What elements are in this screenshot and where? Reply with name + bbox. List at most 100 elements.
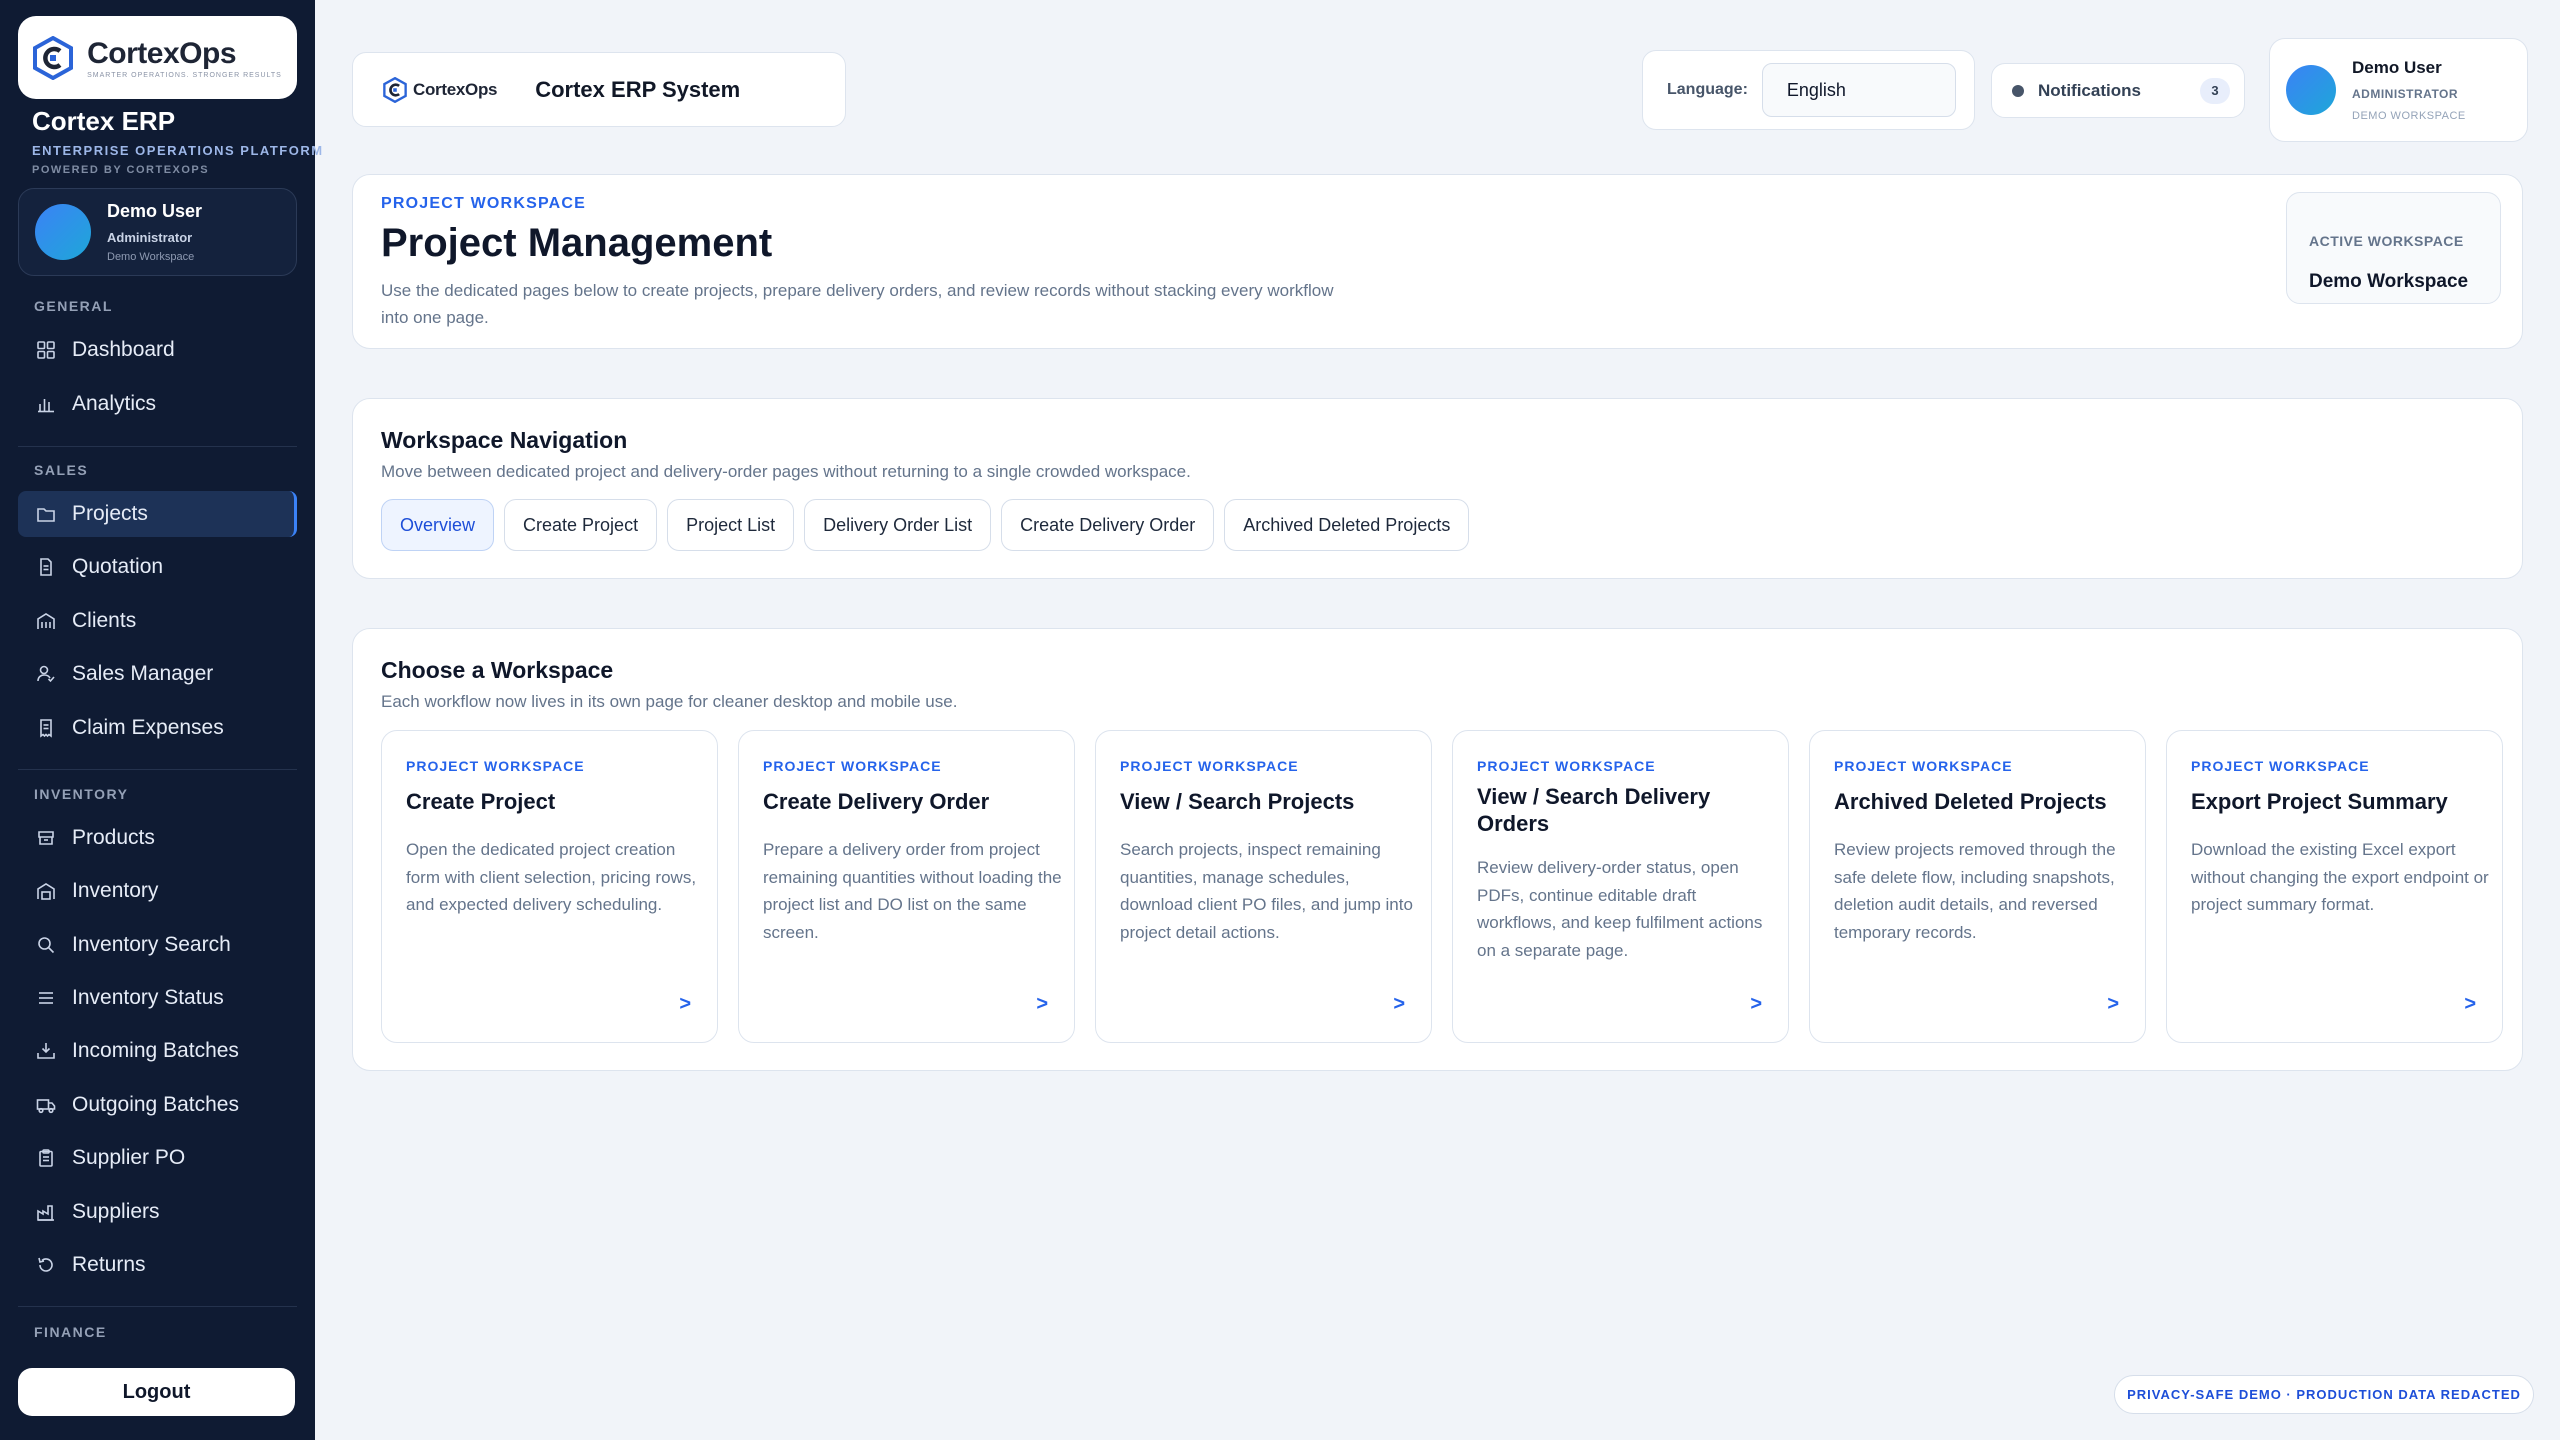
sidebar-user-workspace: Demo Workspace bbox=[107, 251, 195, 263]
nav-section-inventory: INVENTORY bbox=[34, 786, 129, 802]
sidebar: CortexOps SMARTER OPERATIONS. STRONGER R… bbox=[0, 0, 322, 1440]
sidebar-item-inventory[interactable]: Inventory bbox=[18, 868, 297, 914]
sidebar-item-label: Projects bbox=[72, 502, 148, 525]
workspace-card-view-search-projects[interactable]: PROJECT WORKSPACE View / Search Projects… bbox=[1095, 730, 1432, 1043]
chevron-right-icon: > bbox=[1393, 993, 1405, 1015]
sidebar-item-clients[interactable]: Clients bbox=[18, 598, 297, 644]
workspace-card-list: PROJECT WORKSPACE Create Project Open th… bbox=[381, 730, 2503, 1043]
chevron-right-icon: > bbox=[2464, 993, 2476, 1015]
sidebar-item-label: Outgoing Batches bbox=[72, 1093, 239, 1116]
logo-name: CortexOps bbox=[87, 36, 237, 70]
chevron-right-icon: > bbox=[2107, 993, 2119, 1015]
card-eyebrow: PROJECT WORKSPACE bbox=[1477, 758, 1656, 774]
notification-dot-icon bbox=[2012, 84, 2024, 97]
chevron-right-icon: > bbox=[1036, 993, 1048, 1015]
sidebar-item-claim-expenses[interactable]: Claim Expenses bbox=[18, 705, 297, 751]
card-title: Export Project Summary bbox=[2191, 789, 2448, 814]
app-title-card: CortexOps Cortex ERP System bbox=[352, 52, 846, 127]
top-user-name: Demo User bbox=[2352, 58, 2442, 77]
top-user-menu[interactable]: Demo User ADMINISTRATOR DEMO WORKSPACE bbox=[2269, 38, 2528, 142]
sidebar-item-label: Incoming Batches bbox=[72, 1039, 239, 1062]
notification-count-badge: 3 bbox=[2200, 77, 2230, 104]
sidebar-item-supplier-po[interactable]: Supplier PO bbox=[18, 1135, 297, 1181]
sidebar-user-card[interactable]: Demo User Administrator Demo Workspace bbox=[18, 188, 297, 276]
sidebar-item-suppliers[interactable]: Suppliers bbox=[18, 1189, 297, 1235]
card-eyebrow: PROJECT WORKSPACE bbox=[763, 758, 942, 774]
nav-divider bbox=[18, 769, 297, 770]
chevron-right-icon: > bbox=[1750, 993, 1762, 1015]
building-icon bbox=[36, 611, 56, 631]
tab-project-list[interactable]: Project List bbox=[667, 499, 795, 551]
inbox-download-icon bbox=[36, 1041, 56, 1061]
card-title: View / Search Projects bbox=[1120, 789, 1355, 814]
card-title: Create Delivery Order bbox=[763, 789, 990, 814]
sidebar-item-label: Claim Expenses bbox=[72, 716, 224, 739]
choose-workspace-title: Choose a Workspace bbox=[381, 657, 614, 683]
sidebar-item-returns[interactable]: Returns bbox=[18, 1242, 297, 1288]
sidebar-item-quotation[interactable]: Quotation bbox=[18, 544, 297, 590]
logout-button[interactable]: Logout bbox=[18, 1368, 295, 1416]
tab-create-project[interactable]: Create Project bbox=[504, 499, 658, 551]
card-title: Archived Deleted Projects bbox=[1834, 789, 2107, 814]
logo-tagline: SMARTER OPERATIONS. STRONGER RESULTS bbox=[87, 71, 282, 79]
receipt-icon bbox=[36, 718, 56, 738]
sidebar-item-projects[interactable]: Projects bbox=[18, 491, 297, 537]
sidebar-item-label: Dashboard bbox=[72, 338, 175, 361]
brand-subtitle: ENTERPRISE OPERATIONS PLATFORM bbox=[32, 143, 324, 158]
cortexops-logo-icon bbox=[33, 35, 74, 80]
sidebar-item-label: Quotation bbox=[72, 555, 164, 578]
sidebar-logo[interactable]: CortexOps SMARTER OPERATIONS. STRONGER R… bbox=[18, 16, 297, 99]
card-description: Open the dedicated project creation form… bbox=[406, 840, 697, 914]
avatar bbox=[2286, 65, 2336, 115]
tab-create-delivery-order[interactable]: Create Delivery Order bbox=[1001, 499, 1215, 551]
sidebar-item-inventory-status[interactable]: Inventory Status bbox=[18, 975, 297, 1021]
privacy-badge: PRIVACY-SAFE DEMO · PRODUCTION DATA REDA… bbox=[2114, 1375, 2534, 1414]
sidebar-item-label: Inventory bbox=[72, 879, 159, 902]
language-select[interactable]: English bbox=[1761, 63, 1956, 117]
tab-archived-deleted-projects[interactable]: Archived Deleted Projects bbox=[1224, 499, 1470, 551]
workspace-card-create-delivery-order[interactable]: PROJECT WORKSPACE Create Delivery Order … bbox=[738, 730, 1075, 1043]
sidebar-item-analytics[interactable]: Analytics bbox=[18, 381, 297, 427]
rotate-ccw-icon bbox=[36, 1255, 56, 1275]
workspace-card-create-project[interactable]: PROJECT WORKSPACE Create Project Open th… bbox=[381, 730, 718, 1043]
document-icon bbox=[36, 557, 56, 577]
tab-delivery-order-list[interactable]: Delivery Order List bbox=[804, 499, 992, 551]
workspace-navigation: Workspace Navigation Move between dedica… bbox=[352, 398, 2523, 579]
tab-overview[interactable]: Overview bbox=[381, 499, 495, 551]
workspace-card-archived-deleted-projects[interactable]: PROJECT WORKSPACE Archived Deleted Proje… bbox=[1809, 730, 2146, 1043]
sidebar-item-label: Inventory Status bbox=[72, 986, 224, 1009]
page-eyebrow: PROJECT WORKSPACE bbox=[381, 195, 587, 212]
user-check-icon bbox=[36, 664, 56, 684]
header-logo-name: CortexOps bbox=[413, 79, 498, 99]
card-title: Create Project bbox=[406, 789, 556, 814]
powered-by: POWERED BY CORTEXOPS bbox=[32, 164, 210, 176]
workspace-card-view-search-delivery-orders[interactable]: PROJECT WORKSPACE View / Search Delivery… bbox=[1452, 730, 1789, 1043]
sidebar-item-products[interactable]: Products bbox=[18, 815, 297, 861]
language-select-value: English bbox=[1786, 79, 1846, 100]
nav-divider bbox=[18, 446, 297, 447]
list-icon bbox=[36, 988, 56, 1008]
notifications-button[interactable]: Notifications 3 bbox=[1991, 63, 2245, 118]
card-title: View / Search Delivery Orders bbox=[1477, 784, 1711, 836]
page-header: PROJECT WORKSPACE Project Management Use… bbox=[352, 174, 2523, 349]
sidebar-item-incoming-batches[interactable]: Incoming Batches bbox=[18, 1028, 297, 1074]
sidebar-item-label: Returns bbox=[72, 1253, 146, 1276]
card-description: Search projects, inspect remaining quant… bbox=[1120, 840, 1413, 942]
sidebar-item-sales-manager[interactable]: Sales Manager bbox=[18, 651, 297, 697]
language-label: Language: bbox=[1667, 81, 1748, 98]
sidebar-item-label: Suppliers bbox=[72, 1200, 160, 1223]
card-eyebrow: PROJECT WORKSPACE bbox=[1120, 758, 1299, 774]
workspace-navigation-title: Workspace Navigation bbox=[381, 427, 628, 453]
language-selector-card: Language: English bbox=[1642, 50, 1975, 130]
sidebar-item-dashboard[interactable]: Dashboard bbox=[18, 327, 297, 373]
card-description: Download the existing Excel export witho… bbox=[2191, 840, 2489, 914]
workspace-card-export-project-summary[interactable]: PROJECT WORKSPACE Export Project Summary… bbox=[2166, 730, 2503, 1043]
sidebar-item-outgoing-batches[interactable]: Outgoing Batches bbox=[18, 1082, 297, 1128]
page-title: Project Management bbox=[381, 221, 773, 265]
header-logo[interactable]: CortexOps bbox=[383, 76, 498, 103]
sidebar-user-role: Administrator bbox=[107, 230, 193, 245]
sidebar-item-inventory-search[interactable]: Inventory Search bbox=[18, 922, 297, 968]
workspace-navigation-description: Move between dedicated project and deliv… bbox=[381, 462, 1191, 481]
card-description: Prepare a delivery order from project re… bbox=[763, 840, 1062, 942]
avatar bbox=[35, 204, 91, 260]
